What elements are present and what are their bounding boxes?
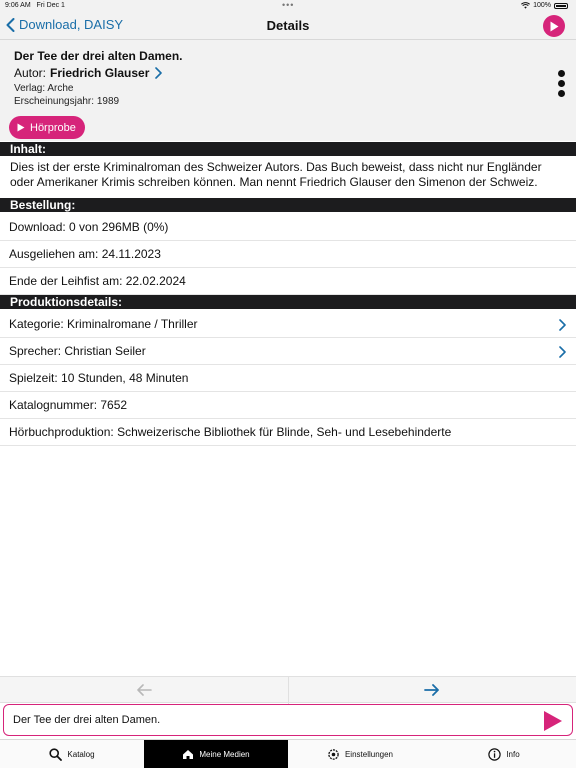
- producer-row: Hörbuchproduktion: Schweizerische Biblio…: [0, 419, 576, 446]
- tab-settings[interactable]: Einstellungen: [288, 740, 432, 768]
- play-button[interactable]: [543, 15, 565, 37]
- section-header-content: Inhalt:: [0, 142, 576, 156]
- catalog-number-row: Katalognummer: 7652: [0, 392, 576, 419]
- description-text: Dies ist der erste Kriminalroman des Sch…: [10, 160, 542, 189]
- chevron-right-icon: [559, 319, 566, 331]
- author-prefix: Autor:: [14, 66, 47, 80]
- battery-icon: [554, 2, 568, 9]
- search-icon: [49, 747, 63, 761]
- book-title: Der Tee der drei alten Damen.: [14, 49, 183, 63]
- status-time: 9:06 AM Fri Dec 1: [5, 2, 65, 9]
- narrator-label: Sprecher: Christian Seiler: [9, 344, 146, 358]
- publisher: Verlag: Arche: [14, 83, 74, 94]
- status-bar: 9:06 AM Fri Dec 1 ••• 100%: [0, 0, 576, 12]
- chevron-right-icon: [155, 67, 163, 79]
- info-icon: [488, 747, 502, 761]
- tab-label: Meine Medien: [199, 749, 250, 759]
- tab-label: Katalog: [67, 749, 95, 759]
- tab-info[interactable]: Info: [432, 740, 576, 768]
- author-name: Friedrich Glauser: [50, 66, 150, 80]
- status-date: Fri Dec 1: [36, 2, 65, 9]
- category-row[interactable]: Kategorie: Kriminalromane / Thriller: [0, 311, 576, 338]
- arrow-right-icon[interactable]: [424, 684, 440, 696]
- navigation-bar: Download, DAISY Details: [0, 12, 576, 40]
- arrow-left-icon[interactable]: [136, 684, 152, 696]
- pager: [0, 676, 576, 704]
- duration-row: Spielzeit: 10 Stunden, 48 Minuten: [0, 365, 576, 392]
- download-status-row: Download: 0 von 296MB (0%): [0, 214, 576, 241]
- publication-year: Erscheinungsjahr: 1989: [14, 96, 120, 107]
- more-options-icon[interactable]: [558, 70, 566, 97]
- player-title: Der Tee der drei alten Damen.: [13, 714, 161, 726]
- wifi-icon: [521, 2, 531, 9]
- battery-percent: 100%: [533, 2, 551, 9]
- home-icon: [183, 749, 194, 759]
- multitasking-dots-icon[interactable]: •••: [282, 0, 294, 10]
- section-header-order: Bestellung:: [0, 198, 576, 212]
- tab-my-media[interactable]: Meine Medien: [144, 740, 288, 768]
- tab-bar: Katalog Meine Medien Einstellungen Info: [0, 739, 576, 768]
- pager-divider: [288, 677, 289, 704]
- borrowed-date-row: Ausgeliehen am: 24.11.2023: [0, 241, 576, 268]
- chevron-right-icon: [559, 346, 566, 358]
- gear-icon: [328, 748, 339, 760]
- book-header: Der Tee der drei alten Damen. Autor: Fri…: [0, 40, 576, 141]
- author-link[interactable]: Autor: Friedrich Glauser: [14, 66, 163, 80]
- play-icon[interactable]: [543, 710, 563, 732]
- status-clock: 9:06 AM: [5, 2, 31, 9]
- play-icon: [17, 123, 25, 132]
- status-right: 100%: [521, 2, 568, 9]
- category-label: Kategorie: Kriminalromane / Thriller: [9, 317, 198, 331]
- sample-button-label: Hörprobe: [30, 121, 76, 134]
- mini-player[interactable]: Der Tee der drei alten Damen.: [3, 704, 573, 736]
- tab-catalog[interactable]: Katalog: [0, 740, 144, 768]
- page-title: Details: [266, 18, 310, 33]
- tab-label: Einstellungen: [344, 749, 394, 759]
- play-icon: [550, 21, 559, 31]
- tab-label: Info: [506, 749, 520, 759]
- section-header-production: Produktionsdetails:: [0, 295, 576, 309]
- due-date-row: Ende der Leihfist am: 22.02.2024: [0, 268, 576, 295]
- sample-button[interactable]: Hörprobe: [9, 116, 85, 139]
- narrator-row[interactable]: Sprecher: Christian Seiler: [0, 338, 576, 365]
